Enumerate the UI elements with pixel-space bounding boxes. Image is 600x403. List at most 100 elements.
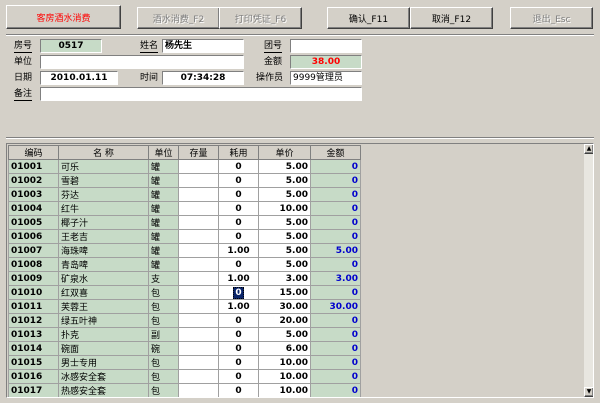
cell-use[interactable]: 0 [218, 355, 259, 370]
cell-name: 青岛啤 [58, 257, 149, 272]
room-number-field[interactable]: 0517 [40, 39, 102, 53]
cell-use[interactable]: 0 [218, 215, 259, 230]
cell-amount: 0 [310, 257, 361, 272]
table-row[interactable]: 01009 矿泉水支 1.00 3.00 3.00 [8, 271, 361, 286]
cell-stock [178, 173, 219, 188]
cell-price: 10.00 [258, 383, 311, 397]
cell-amount: 0 [310, 229, 361, 244]
table-row[interactable]: 01015 男士专用包 0 10.00 0 [8, 355, 361, 370]
cell-use[interactable]: 0 [218, 341, 259, 356]
cell-use[interactable]: 1.00 [218, 271, 259, 286]
table-row[interactable]: 01001 可乐罐 0 5.00 0 [8, 159, 361, 174]
time-field[interactable]: 07:34:28 [162, 71, 244, 85]
beverage-consumption-button[interactable]: 酒水消费_F2 [137, 7, 220, 29]
table-row[interactable]: 01003 芬达罐 0 5.00 0 [8, 187, 361, 202]
cell-unit: 碗 [148, 341, 179, 356]
column-header-stock[interactable]: 存量 [178, 145, 219, 160]
print-voucher-button[interactable]: 打印凭证_F6 [219, 7, 302, 29]
cell-use[interactable]: 0 [218, 369, 259, 384]
table-row[interactable]: 01005 椰子汁罐 0 5.00 0 [8, 215, 361, 230]
unit-field[interactable] [40, 55, 244, 69]
cell-price: 15.00 [258, 285, 311, 300]
table-row[interactable]: 01008 青岛啤罐 0 5.00 0 [8, 257, 361, 272]
cell-unit: 包 [148, 355, 179, 370]
column-header-unit[interactable]: 单位 [148, 145, 179, 160]
cell-use[interactable]: 1.00 [218, 299, 259, 314]
cell-use[interactable]: 0 [218, 159, 259, 174]
cancel-button[interactable]: 取消_F12 [410, 7, 493, 29]
table-row[interactable]: 01006 王老吉罐 0 5.00 0 [8, 229, 361, 244]
cell-use[interactable]: 1.00 [218, 243, 259, 258]
confirm-button[interactable]: 确认_F11 [327, 7, 410, 29]
vertical-scrollbar[interactable]: ▲ ▼ [584, 144, 593, 397]
cell-amount: 0 [310, 355, 361, 370]
table-row[interactable]: 01016 冰感安全套包 0 10.00 0 [8, 369, 361, 384]
cell-stock [178, 159, 219, 174]
table-row[interactable]: 01013 扑克副 0 5.00 0 [8, 327, 361, 342]
scroll-up-icon[interactable]: ▲ [584, 144, 593, 154]
column-header-price[interactable]: 单价 [258, 145, 311, 160]
cell-code: 01014 [8, 341, 59, 356]
table-row[interactable]: 01011 芙蓉王包 1.00 30.00 30.00 [8, 299, 361, 314]
cell-use[interactable]: 0 [218, 383, 259, 397]
cell-use[interactable]: 0 [218, 285, 259, 300]
cell-unit: 罐 [148, 229, 179, 244]
cell-price: 5.00 [258, 229, 311, 244]
cell-stock [178, 215, 219, 230]
form-divider [6, 137, 594, 139]
cell-unit: 罐 [148, 159, 179, 174]
cell-use[interactable]: 0 [218, 229, 259, 244]
cell-unit: 包 [148, 369, 179, 384]
cell-amount: 0 [310, 173, 361, 188]
cell-use[interactable]: 0 [218, 257, 259, 272]
cell-amount: 5.00 [310, 243, 361, 258]
focused-cell-value[interactable]: 0 [233, 286, 244, 299]
time-label: 时间 [140, 73, 159, 83]
cell-amount: 0 [310, 187, 361, 202]
cell-unit: 包 [148, 383, 179, 397]
cell-code: 01006 [8, 229, 59, 244]
cell-amount: 0 [310, 341, 361, 356]
cell-amount: 0 [310, 383, 361, 397]
column-header-name[interactable]: 名 称 [58, 145, 149, 160]
cell-name: 芬达 [58, 187, 149, 202]
table-row[interactable]: 01010 红双喜包 0 15.00 0 [8, 285, 361, 300]
table-row[interactable]: 01002 雪碧罐 0 5.00 0 [8, 173, 361, 188]
cell-name: 矿泉水 [58, 271, 149, 286]
cell-unit: 罐 [148, 243, 179, 258]
cell-unit: 包 [148, 313, 179, 328]
table-header-row: 编码名 称单位 存量 耗用 单价 金额 [8, 145, 361, 160]
beverage-grid[interactable]: 编码名 称单位 存量 耗用 单价 金额 01001 可乐罐 0 5.00 0 01002 雪碧罐 0 5… [6, 143, 594, 398]
table-row[interactable]: 01012 绿五叶神包 0 20.00 0 [8, 313, 361, 328]
exit-button[interactable]: 退出_Esc [510, 7, 593, 29]
cell-price: 10.00 [258, 201, 311, 216]
guest-name-field[interactable]: 杨先生 [162, 39, 244, 53]
cell-name: 碗面 [58, 341, 149, 356]
table-row[interactable]: 01014 碗面碗 0 6.00 0 [8, 341, 361, 356]
cell-stock [178, 355, 219, 370]
cell-use[interactable]: 0 [218, 187, 259, 202]
cell-name: 红牛 [58, 201, 149, 216]
cell-use[interactable]: 0 [218, 173, 259, 188]
cell-price: 5.00 [258, 159, 311, 174]
unit-label: 单位 [14, 57, 33, 67]
cell-use[interactable]: 0 [218, 327, 259, 342]
operator-label: 操作员 [256, 73, 284, 83]
cell-stock [178, 383, 219, 397]
column-header-amount[interactable]: 金额 [310, 145, 361, 160]
cell-name: 可乐 [58, 159, 149, 174]
cell-name: 男士专用 [58, 355, 149, 370]
table-row[interactable]: 01007 海珠啤罐 1.00 5.00 5.00 [8, 243, 361, 258]
remark-field[interactable] [40, 87, 362, 101]
table-row[interactable]: 01004 红牛罐 0 10.00 0 [8, 201, 361, 216]
operator-field[interactable]: 9999管理员 [290, 71, 362, 85]
scroll-down-icon[interactable]: ▼ [584, 387, 593, 397]
column-header-use[interactable]: 耗用 [218, 145, 259, 160]
cell-use[interactable]: 0 [218, 201, 259, 216]
group-number-field[interactable] [290, 39, 362, 53]
column-header-code[interactable]: 编码 [8, 145, 59, 160]
date-field[interactable]: 2010.01.11 [40, 71, 118, 85]
table-row[interactable]: 01017 热感安全套包 0 10.00 0 [8, 383, 361, 397]
cell-use[interactable]: 0 [218, 313, 259, 328]
cell-code: 01002 [8, 173, 59, 188]
